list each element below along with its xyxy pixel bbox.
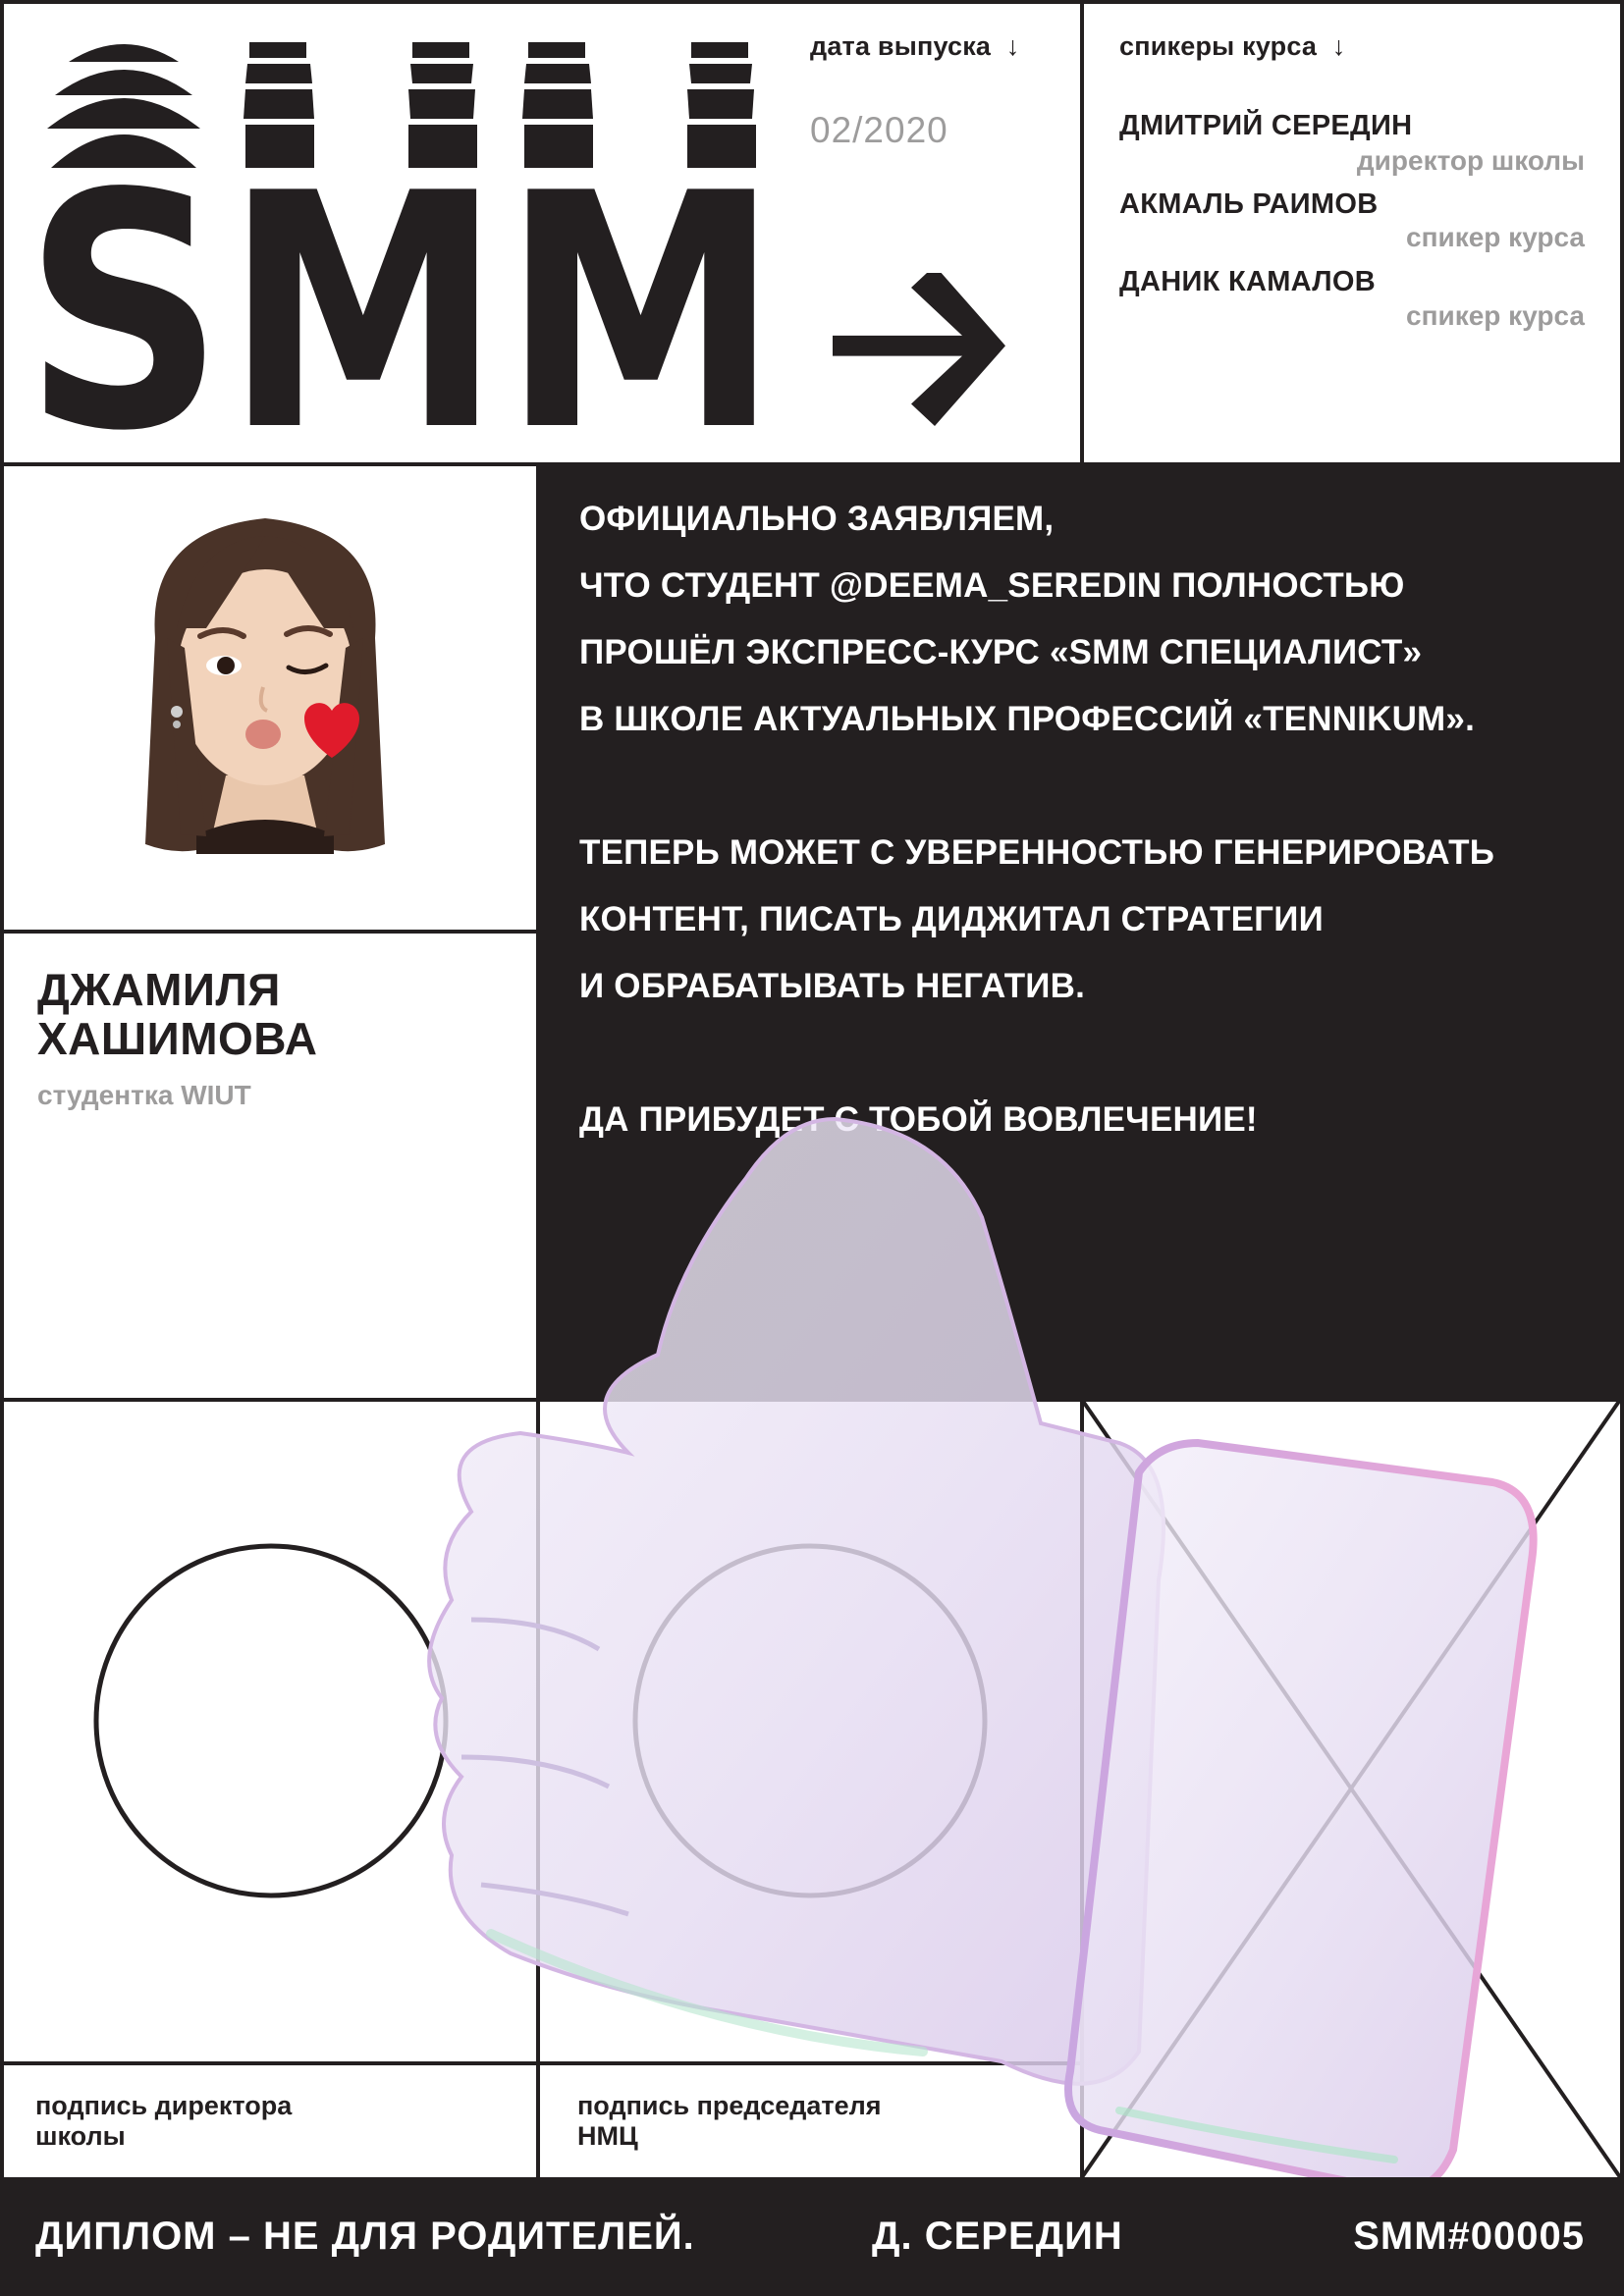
statement-text: ОФИЦИАЛЬНО ЗАЯВЛЯЕМ, ЧТО СТУДЕНТ @DEEMA_… xyxy=(579,486,1494,1153)
speaker-name: ДАНИК КАМАЛОВ xyxy=(1119,266,1376,297)
top-border xyxy=(0,0,1624,4)
speaker-role: директор школы xyxy=(1356,145,1585,176)
speakers-label-row: спикеры курса ↓ xyxy=(1119,31,1346,62)
release-label-row: дата выпуска ↓ xyxy=(810,31,1020,62)
footer-signature-name: Д. СЕРЕДИН xyxy=(872,2215,1123,2258)
release-date: 02/2020 xyxy=(810,110,948,150)
photo-bottom-line xyxy=(0,930,540,934)
speaker-role: спикер курса xyxy=(1406,222,1585,252)
statement-line: ОФИЦИАЛЬНО ЗАЯВЛЯЕМ, xyxy=(579,500,1055,538)
header-divider xyxy=(1080,0,1084,464)
avatar xyxy=(145,518,385,854)
director-signature-label: подпись директора школы xyxy=(35,2091,292,2152)
right-border-top xyxy=(1620,0,1624,466)
statement-line: ПРОШЁЛ ЭКСПРЕСС-КУРС «SMM СПЕЦИАЛИСТ» xyxy=(579,633,1423,671)
down-arrow-icon: ↓ xyxy=(1331,31,1346,61)
stamp-circle-left xyxy=(93,1543,449,1898)
student-name-line2: ХАШИМОВА xyxy=(37,1013,318,1064)
statement-line: И ОБРАБАТЫВАТЬ НЕГАТИВ. xyxy=(579,967,1086,1005)
statement-line: КОНТЕНТ, ПИСАТЬ ДИДЖИТАЛ СТРАТЕГИИ xyxy=(579,900,1324,938)
statement-line: ТЕПЕРЬ МОЖЕТ С УВЕРЕННОСТЬЮ ГЕНЕРИРОВАТЬ xyxy=(579,833,1495,872)
student-name: ДЖАМИЛЯ ХАШИМОВА xyxy=(37,965,317,1063)
diploma-number: SMM#00005 xyxy=(1353,2215,1585,2258)
speaker-name: АКМАЛЬ РАИМОВ xyxy=(1119,188,1379,220)
thumbs-up-illustration xyxy=(427,1116,1538,2195)
logo-letters: SMM xyxy=(29,125,780,437)
director-signature-line2: школы xyxy=(35,2121,126,2151)
statement-line: В ШКОЛЕ АКТУАЛЬНЫХ ПРОФЕССИЙ «TENNIKUM». xyxy=(579,700,1476,738)
speaker-role: спикер курса xyxy=(1406,300,1585,331)
footer-slogan: ДИПЛОМ – НЕ ДЛЯ РОДИТЕЛЕЙ. xyxy=(35,2215,695,2258)
diploma-page: SMM дата выпуска ↓ 02/2020 спикеры курса… xyxy=(0,0,1624,2296)
speakers-label: спикеры курса xyxy=(1119,31,1318,61)
statement-line: ЧТО СТУДЕНТ @DEEMA_SEREDIN ПОЛНОСТЬЮ xyxy=(579,566,1405,605)
director-signature-line1: подпись директора xyxy=(35,2091,293,2120)
student-subtitle: студентка WIUT xyxy=(37,1080,251,1110)
smm-logo: SMM xyxy=(29,42,780,437)
arrow-right-icon xyxy=(833,273,1005,427)
release-label: дата выпуска xyxy=(810,31,992,61)
speaker-name: ДМИТРИЙ СЕРЕДИН xyxy=(1119,110,1413,141)
statement-spacer xyxy=(579,753,1494,820)
down-arrow-icon: ↓ xyxy=(1005,31,1020,61)
student-name-line1: ДЖАМИЛЯ xyxy=(37,964,281,1015)
